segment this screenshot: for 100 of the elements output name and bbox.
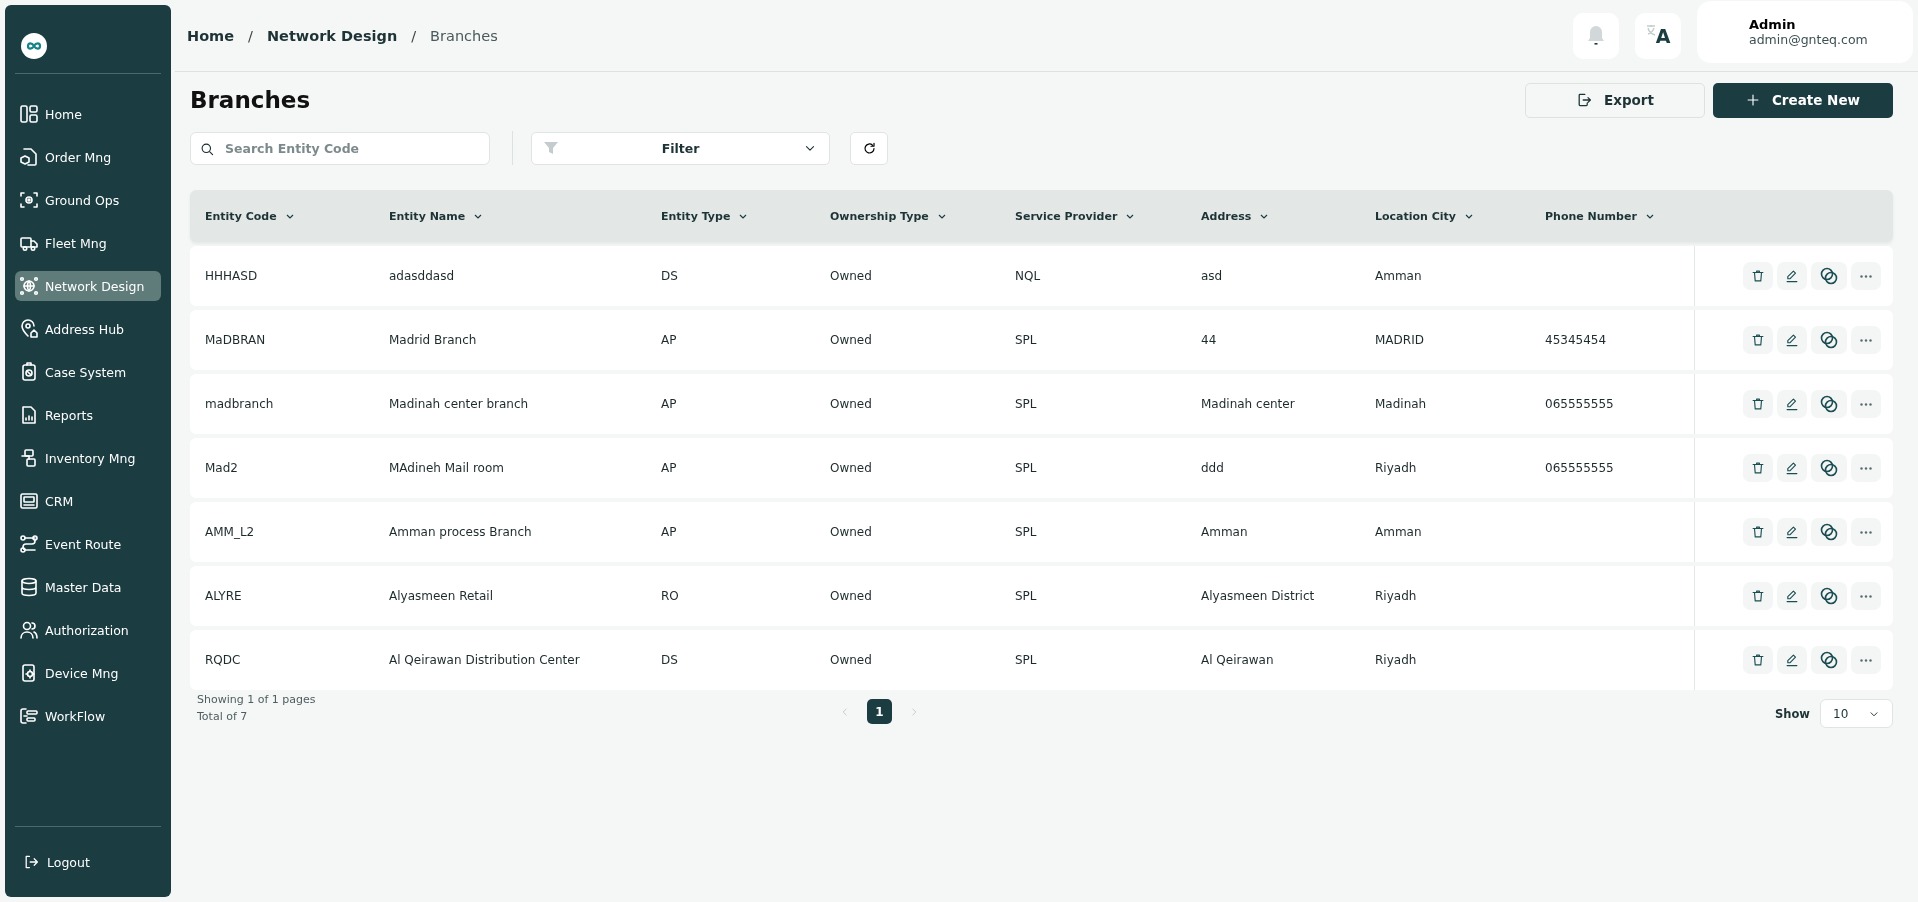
table-cell: Amman [1201,525,1248,539]
more-icon [1860,402,1872,406]
page-title: Branches [190,87,312,113]
sidebar-item[interactable]: Event Route [15,529,161,559]
delete-button[interactable] [1743,326,1773,354]
sidebar-item[interactable]: Case System [15,357,161,387]
column-header[interactable]: Entity Name [374,209,483,223]
edit-button[interactable] [1777,454,1807,482]
delete-button[interactable] [1743,454,1773,482]
delete-button[interactable] [1743,262,1773,290]
breadcrumb-link[interactable]: Home [187,27,235,44]
delete-button[interactable] [1743,582,1773,610]
sidebar-item[interactable]: Reports [15,400,161,430]
search-field[interactable]: Search Entity Code [190,131,490,165]
table-cell: 45345454 [1545,333,1607,347]
table-cell: MADRID [1375,333,1424,347]
delete-button[interactable] [1743,390,1773,418]
sidebar-item[interactable]: Master Data [15,572,161,602]
link-button[interactable] [1811,326,1847,354]
sidebar-item[interactable]: Address Hub [15,314,161,344]
refresh-button[interactable] [850,131,888,165]
link-button[interactable] [1811,390,1847,418]
table-cell: Riyadh [1375,653,1417,667]
table-cell: DS [661,653,678,667]
trash-icon [1751,589,1765,603]
table-cell: Owned [830,333,872,347]
table-cell: AP [661,397,677,411]
table-cell: 44 [1201,333,1217,347]
sort-chevron-icon [1645,213,1654,219]
table-cell: Al Qeirawan Distribution Center [389,653,580,667]
sidebar-item[interactable]: WorkFlow [15,701,161,731]
edit-button[interactable] [1777,646,1807,674]
pencil-icon [1785,653,1799,667]
delete-button[interactable] [1743,646,1773,674]
delete-button[interactable] [1743,518,1773,546]
edit-button[interactable] [1777,262,1807,290]
funnel-icon [544,141,558,155]
column-header[interactable]: Entity Type [646,209,748,223]
sidebar-item[interactable]: Ground Ops [15,185,161,215]
edit-button[interactable] [1777,518,1807,546]
table-cell: SPL [1015,653,1037,667]
overlapping-circles-icon [1819,394,1839,414]
page-button[interactable]: 1 [867,699,892,724]
column-header[interactable]: Phone Number [1530,209,1654,223]
column-header[interactable]: Address [1186,209,1269,223]
inventory-icon [19,448,39,468]
sidebar-item[interactable]: Order Mng [15,142,161,172]
table-cell: RO [661,589,679,603]
logout-button[interactable]: Logout [15,847,98,877]
table-cell: Owned [830,461,872,475]
user-email: admin@gnteq.com [1749,31,1869,47]
trash-icon [1751,397,1765,411]
more-icon [1860,338,1872,342]
page-size-select[interactable]: 10 [1820,699,1893,728]
sort-chevron-icon [937,213,946,219]
breadcrumb-link[interactable]: Network Design [266,27,398,44]
table-cell: HHHASD [205,269,258,283]
table-cell: SPL [1015,397,1037,411]
sidebar-item[interactable]: Device Mng [15,658,161,688]
table-cell: Riyadh [1375,461,1417,475]
user-name: Admin [1749,16,1797,32]
gear-scan-icon [19,190,39,210]
page-info: Showing 1 of 1 pages [197,693,317,706]
filter-dropdown[interactable]: Filter [531,131,830,165]
sidebar-item[interactable]: CRM [15,486,161,516]
column-header[interactable]: Service Provider [1000,209,1135,223]
sidebar-item[interactable]: Authorization [15,615,161,645]
more-icon [1860,530,1872,534]
edit-button[interactable] [1777,326,1807,354]
link-button[interactable] [1811,518,1847,546]
sidebar-item[interactable]: Fleet Mng [15,228,161,258]
overlapping-circles-icon [1819,266,1839,286]
table-cell: adasddasd [389,269,455,283]
sidebar-item[interactable]: Inventory Mng [15,443,161,473]
more-icon [1860,658,1872,662]
sidebar-item[interactable]: Network Design [15,271,161,301]
link-button[interactable] [1811,646,1847,674]
table-cell: RQDC [205,653,241,667]
column-header[interactable]: Entity Code [190,209,294,223]
user-card[interactable]: Admin admin@gnteq.com [1697,0,1913,63]
column-header[interactable]: Location City [1360,209,1474,223]
crm-card-icon [19,491,39,511]
edit-button[interactable] [1777,582,1807,610]
table-cell: SPL [1015,589,1037,603]
link-button[interactable] [1811,454,1847,482]
table-cell: Owned [830,269,872,283]
table-cell: Amman [1375,269,1422,283]
column-header[interactable]: Ownership Type [815,209,946,223]
link-button[interactable] [1811,262,1847,290]
logo-icon [21,33,47,59]
link-button[interactable] [1811,582,1847,610]
export-button[interactable]: Export [1525,82,1705,118]
edit-button[interactable] [1777,390,1807,418]
table-cell: MAdineh Mail room [389,461,504,475]
language-button[interactable]: A [1635,12,1681,59]
trash-icon [1751,333,1765,347]
create-new-button[interactable]: Create New [1713,82,1893,118]
sidebar-item[interactable]: Home [15,99,161,129]
overlapping-circles-icon [1819,330,1839,350]
trash-icon [1751,461,1765,475]
